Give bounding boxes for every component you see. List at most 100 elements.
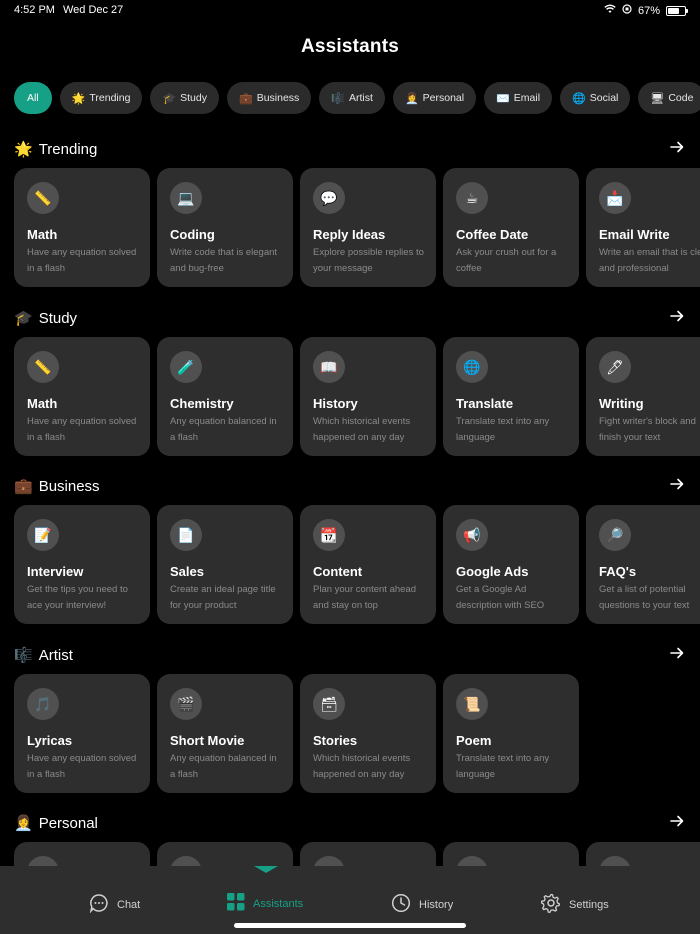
section-header: 🎼 Artist: [0, 646, 700, 668]
arrow-right-icon[interactable]: [670, 814, 684, 833]
card-description: Which historical events happened on any …: [313, 753, 411, 780]
poem-icon: 📜: [456, 688, 488, 720]
chip-emoji-icon: 👩‍💼: [404, 92, 419, 105]
section-trending: 🌟 Trending 📏 Math Have any equation solved i…: [0, 140, 700, 300]
filter-chip-code[interactable]: 🖥 Code: [638, 82, 700, 114]
battery-fill: [668, 7, 679, 14]
assistant-card-math[interactable]: 📏 Math Have any equation solved in a flash: [14, 337, 150, 456]
card-title: Email Write: [599, 227, 670, 242]
tab-history[interactable]: History: [391, 893, 453, 916]
battery-percent: 67%: [637, 4, 660, 17]
filter-chip-social[interactable]: 🌐 Social: [560, 82, 631, 114]
section-title-text: Study: [38, 309, 78, 327]
card-description: Get a list of potential questions to you…: [599, 584, 690, 611]
tab-settings-label: Settings: [569, 898, 609, 911]
assistant-card-translate[interactable]: 🌐 Translate Translate text into any langua…: [443, 337, 579, 456]
status-bar: 4:52 PM Wed Dec 27 67%: [0, 0, 700, 22]
section-title-text: Business: [38, 477, 100, 495]
math-icon: 📏: [27, 351, 59, 383]
filter-chip-business[interactable]: 💼 Business: [227, 82, 312, 114]
status-date: Wed Dec 27: [62, 4, 124, 16]
tab-chat-label: Chat: [117, 898, 141, 911]
chip-label: Trending: [89, 92, 131, 104]
chip-label: Email: [513, 92, 541, 104]
assistant-card-sales[interactable]: 📄 Sales Create an ideal page title for you…: [157, 505, 293, 624]
google-ads-icon: 📢: [456, 519, 488, 551]
reply-ideas-icon: 💬: [313, 182, 345, 214]
assistant-card-history[interactable]: 📖 History Which historical events happened…: [300, 337, 436, 456]
section-emoji-icon: 🎼: [14, 647, 33, 664]
card-description: Which historical events happened on any …: [313, 416, 411, 443]
filter-chip-study[interactable]: 🎓 Study: [150, 82, 219, 114]
assistant-card-row: 📏 Math Have any equation solved in a flash…: [14, 168, 700, 287]
coding-icon: 💻: [170, 182, 202, 214]
filter-chip-trending[interactable]: 🌟 Trending: [59, 82, 143, 114]
section-header: 🌟 Trending: [0, 140, 700, 162]
section-emoji-icon: 👩‍💼: [14, 815, 33, 832]
stories-icon: 🗃: [313, 688, 345, 720]
card-description: Plan your content ahead and stay on top: [313, 584, 416, 611]
section-header: 💼 Business: [0, 477, 700, 499]
faq-s-icon: 🔎: [599, 519, 631, 551]
card-title: Short Movie: [170, 733, 245, 748]
card-description: Get a Google Ad description with SEO: [456, 584, 545, 611]
chip-label: Code: [668, 92, 694, 104]
gear-icon: [540, 893, 561, 916]
filter-chip-artist[interactable]: 🎼 Artist: [319, 82, 385, 114]
assistant-card-lyricas[interactable]: 🎵 Lyricas Have any equation solved in a fl…: [14, 674, 150, 793]
assistant-card-stories[interactable]: 🗃 Stories Which historical events happened…: [300, 674, 436, 793]
assistant-card-writing[interactable]: 🖊 Writing Fight writer's block and finish …: [586, 337, 700, 456]
translate-icon: 🌐: [456, 351, 488, 383]
assistant-card-email-write[interactable]: 📩 Email Write Write an email that is clear…: [586, 168, 700, 287]
assistant-card-faq-s[interactable]: 🔎 FAQ's Get a list of potential questions …: [586, 505, 700, 624]
section-header: 👩‍💼 Personal: [0, 814, 700, 836]
arrow-right-icon[interactable]: [670, 646, 684, 665]
arrow-right-icon[interactable]: [670, 140, 684, 159]
card-title: Coding: [170, 227, 215, 242]
filter-chip-personal[interactable]: 👩‍💼 Personal: [392, 82, 477, 114]
assistant-card-short-movie[interactable]: 🎬 Short Movie Any equation balanced in a f…: [157, 674, 293, 793]
arrow-right-icon[interactable]: [670, 477, 684, 496]
clock-icon: [391, 893, 411, 916]
card-description: Any equation balanced in a flash: [170, 753, 277, 780]
orientation-lock-icon: [622, 4, 632, 17]
interview-icon: 📝: [27, 519, 59, 551]
tab-settings[interactable]: Settings: [540, 893, 609, 916]
arrow-right-icon[interactable]: [670, 309, 684, 328]
chip-emoji-icon: 💼: [239, 92, 253, 105]
card-title: Lyricas: [27, 733, 73, 748]
section-artist: 🎼 Artist 🎵 Lyricas Have any equation solved …: [0, 646, 700, 806]
assistant-card-row: 🎵 Lyricas Have any equation solved in a fl…: [14, 674, 579, 793]
status-time: 4:52 PM: [14, 4, 55, 16]
section-emoji-icon: 💼: [14, 478, 33, 495]
card-description: Have any equation solved in a flash: [27, 416, 137, 443]
chip-emoji-icon: 🖥: [650, 92, 665, 105]
card-description: Have any equation solved in a flash: [27, 247, 137, 274]
sales-icon: 📄: [170, 519, 202, 551]
assistant-card-chemistry[interactable]: 🧪 Chemistry Any equation balanced in a fla…: [157, 337, 293, 456]
card-title: Coffee Date: [456, 227, 529, 242]
assistant-card-coding[interactable]: 💻 Coding Write code that is elegant and bu…: [157, 168, 293, 287]
history-icon: 📖: [313, 351, 345, 383]
card-description: Translate text into any language: [456, 753, 550, 780]
card-description: Write an email that is clear and profess…: [599, 247, 700, 274]
card-title: Writing: [599, 396, 644, 411]
card-title: Interview: [27, 564, 84, 579]
home-indicator: [234, 923, 466, 928]
assistant-card-math[interactable]: 📏 Math Have any equation solved in a flash: [14, 168, 150, 287]
tab-history-label: History: [419, 898, 454, 911]
assistant-card-poem[interactable]: 📜 Poem Translate text into any language: [443, 674, 579, 793]
tab-assistants[interactable]: Assistants: [227, 893, 303, 914]
filter-chip-email[interactable]: ✉️ Email: [484, 82, 553, 114]
section-emoji-icon: 🎓: [14, 310, 33, 327]
page-title: Assistants: [300, 36, 400, 57]
card-title: Math: [27, 396, 58, 411]
card-title: History: [313, 396, 358, 411]
assistant-card-reply-ideas[interactable]: 💬 Reply Ideas Explore possible replies to …: [300, 168, 436, 287]
assistant-card-content[interactable]: 📆 Content Plan your content ahead and stay…: [300, 505, 436, 624]
assistant-card-google-ads[interactable]: 📢 Google Ads Get a Google Ad description w…: [443, 505, 579, 624]
assistant-card-coffee-date[interactable]: ☕ Coffee Date Ask your crush out for a cof…: [443, 168, 579, 287]
tab-chat[interactable]: Chat: [89, 893, 140, 916]
filter-chip-all[interactable]: All: [14, 82, 52, 114]
assistant-card-interview[interactable]: 📝 Interview Get the tips you need to ace y…: [14, 505, 150, 624]
